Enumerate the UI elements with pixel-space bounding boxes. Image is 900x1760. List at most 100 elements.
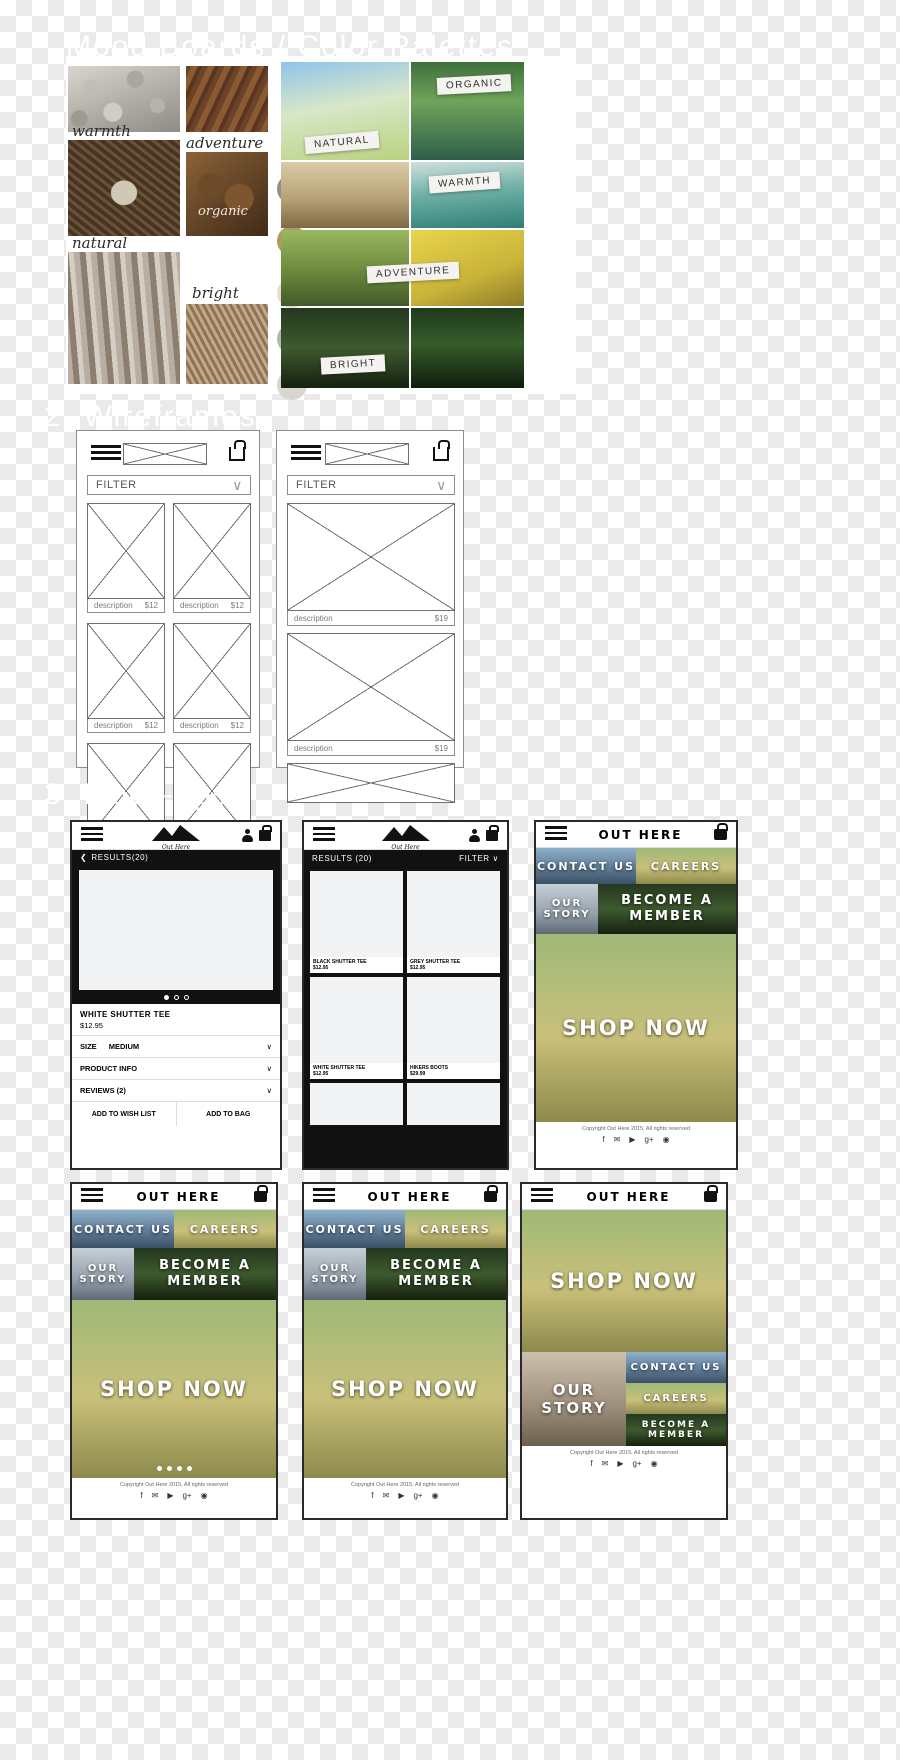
menu-icon[interactable] <box>313 827 335 844</box>
googleplus-icon[interactable]: g+ <box>182 1491 191 1500</box>
tile-careers[interactable]: CAREERS <box>636 848 736 884</box>
tile-contact-us[interactable]: CONTACT US <box>626 1352 726 1383</box>
tile-shop-now[interactable]: SHOP NOW <box>522 1210 726 1352</box>
facebook-icon[interactable]: f <box>140 1491 142 1500</box>
wireframe-product-thumb[interactable] <box>173 503 251 599</box>
result-card[interactable] <box>310 1083 403 1125</box>
filter-button[interactable]: FILTER ∨ <box>459 854 499 863</box>
tile-contact-us[interactable]: CONTACT US <box>304 1210 405 1248</box>
tile-our-story[interactable]: OUR STORY <box>522 1352 626 1446</box>
wireframe-filter-dropdown[interactable]: FILTER ∨ <box>287 475 455 495</box>
result-card[interactable] <box>407 1083 500 1125</box>
account-icon[interactable] <box>242 829 253 842</box>
wireframe-bag-icon[interactable] <box>229 440 246 461</box>
youtube-icon[interactable]: ▶ <box>629 1135 635 1144</box>
wireframe-menu-icon[interactable] <box>91 445 121 463</box>
result-card[interactable]: HIKERS BOOTS $29.99 <box>407 977 500 1079</box>
tile-become-member[interactable]: BECOME A MEMBER <box>366 1248 506 1300</box>
carousel-dot-active[interactable] <box>163 995 169 1000</box>
add-to-wishlist-button[interactable]: ADD TO WISH LIST <box>72 1102 177 1126</box>
result-image[interactable] <box>407 977 500 1063</box>
results-grid: BLACK SHUTTER TEE $12.95 GREY SHUTTER TE… <box>304 866 507 1130</box>
result-image[interactable] <box>310 977 403 1063</box>
tile-our-story[interactable]: OUR STORY <box>72 1248 134 1300</box>
carousel-dot-active[interactable] <box>156 1466 162 1471</box>
lock-icon[interactable] <box>484 1185 498 1202</box>
twitter-icon[interactable]: ✉ <box>152 1491 159 1500</box>
rss-icon[interactable]: ◉ <box>201 1491 208 1500</box>
app-header: OUT HERE <box>304 1184 506 1210</box>
wireframe-product-large[interactable] <box>287 633 455 741</box>
rss-icon[interactable]: ◉ <box>651 1459 658 1468</box>
carousel-dot[interactable] <box>166 1466 172 1471</box>
rss-icon[interactable]: ◉ <box>663 1135 670 1144</box>
wireframe-filter-dropdown[interactable]: FILTER ∨ <box>87 475 251 495</box>
size-label: SIZE <box>80 1042 97 1051</box>
result-image[interactable] <box>407 871 500 957</box>
menu-icon[interactable] <box>313 1188 335 1205</box>
product-price: $12.95 <box>80 1021 103 1030</box>
twitter-icon[interactable]: ✉ <box>614 1135 621 1144</box>
facebook-icon[interactable]: f <box>371 1491 373 1500</box>
tile-careers[interactable]: CAREERS <box>626 1383 726 1414</box>
googleplus-icon[interactable]: g+ <box>644 1135 653 1144</box>
youtube-icon[interactable]: ▶ <box>167 1491 173 1500</box>
tile-contact-us[interactable]: CONTACT US <box>72 1210 174 1248</box>
tile-become-member[interactable]: BECOME A MEMBER <box>598 884 736 934</box>
tile-careers[interactable]: CAREERS <box>174 1210 276 1248</box>
wireframe-product-thumb[interactable] <box>87 623 165 719</box>
result-card[interactable]: BLACK SHUTTER TEE $12.95 <box>310 871 403 973</box>
product-row-reviews[interactable]: REVIEWS (2) ∨ <box>72 1080 280 1102</box>
menu-icon[interactable] <box>81 827 103 844</box>
tile-contact-us[interactable]: CONTACT US <box>536 848 636 884</box>
product-row-info[interactable]: PRODUCT INFO ∨ <box>72 1058 280 1080</box>
tile-shop-now[interactable]: SHOP NOW <box>536 934 736 1122</box>
wireframe-product-large[interactable] <box>287 503 455 611</box>
tile-our-story[interactable]: OUR STORY <box>304 1248 366 1300</box>
product-image[interactable] <box>79 870 273 990</box>
account-icon[interactable] <box>469 829 480 842</box>
wireframe-product-large[interactable] <box>287 763 455 803</box>
wireframe-product-thumb[interactable] <box>87 503 165 599</box>
brand-header: OUT HERE <box>598 827 683 842</box>
result-card[interactable]: WHITE SHUTTER TEE $12.95 <box>310 977 403 1079</box>
lock-icon[interactable] <box>704 1185 718 1202</box>
googleplus-icon[interactable]: g+ <box>413 1491 422 1500</box>
carousel-dot[interactable] <box>176 1466 182 1471</box>
tile-shop-now[interactable]: SHOP NOW <box>72 1300 276 1478</box>
carousel-dots[interactable] <box>79 990 273 1000</box>
facebook-icon[interactable]: f <box>590 1459 592 1468</box>
youtube-icon[interactable]: ▶ <box>617 1459 623 1468</box>
result-card[interactable]: GREY SHUTTER TEE $12.95 <box>407 871 500 973</box>
carousel-dot[interactable] <box>186 1466 192 1471</box>
youtube-icon[interactable]: ▶ <box>398 1491 404 1500</box>
rss-icon[interactable]: ◉ <box>432 1491 439 1500</box>
lock-icon[interactable] <box>714 823 728 840</box>
lock-icon[interactable] <box>254 1185 268 1202</box>
result-image[interactable] <box>310 871 403 957</box>
googleplus-icon[interactable]: g+ <box>632 1459 641 1468</box>
bag-icon[interactable] <box>259 825 272 841</box>
tile-our-story[interactable]: OUR STORY <box>536 884 598 934</box>
results-back-bar[interactable]: ❮ RESULTS(20) <box>72 850 280 865</box>
twitter-icon[interactable]: ✉ <box>383 1491 390 1500</box>
twitter-icon[interactable]: ✉ <box>602 1459 609 1468</box>
carousel-dot[interactable] <box>183 995 189 1000</box>
wireframe-menu-icon[interactable] <box>291 445 321 463</box>
facebook-icon[interactable]: f <box>602 1135 604 1144</box>
product-row-size[interactable]: SIZE MEDIUM ∨ <box>72 1036 280 1058</box>
menu-icon[interactable] <box>531 1188 553 1205</box>
tile-careers[interactable]: CAREERS <box>405 1210 506 1248</box>
tile-become-member[interactable]: BECOME A MEMBER <box>134 1248 276 1300</box>
menu-icon[interactable] <box>81 1188 103 1205</box>
home-carousel-dots[interactable] <box>72 1466 276 1471</box>
add-to-bag-button[interactable]: ADD TO BAG <box>177 1102 281 1126</box>
tile-shop-now[interactable]: SHOP NOW <box>304 1300 506 1478</box>
bag-icon[interactable] <box>486 825 499 841</box>
menu-icon[interactable] <box>545 826 567 843</box>
wireframe-product-thumb[interactable] <box>173 623 251 719</box>
back-arrow-icon[interactable]: ❮ <box>80 853 87 862</box>
tile-become-member[interactable]: BECOME A MEMBER <box>626 1414 726 1446</box>
wireframe-bag-icon[interactable] <box>433 440 450 461</box>
carousel-dot[interactable] <box>173 995 179 1000</box>
